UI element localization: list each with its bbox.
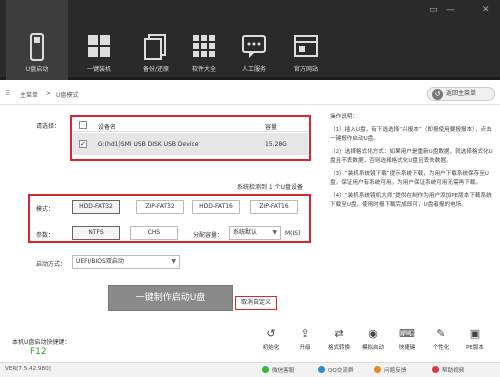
footer-link-label: QQ交流群 [328,368,354,374]
device-table-header: 设备名 容量 [73,118,308,132]
keyboard-icon: ⌨ [399,327,415,340]
minimize-icon[interactable]: — [446,5,455,15]
wechat-icon [262,366,269,373]
mode-hdd-fat32[interactable]: HDD-FAT32 [72,200,120,214]
software-grid-icon [193,35,215,57]
instructions-panel: 操作说明： （1）插入U盘，有下选选择“兴报本”（即报使用要报报本），点击一键报… [330,113,495,214]
nav-label: U盘启动 [25,66,49,73]
breadcrumb: ☰ 主菜单 > U盘模式 [0,83,500,105]
hotkey-value: F12 [30,347,47,357]
nav-official-site[interactable]: 官方网站 [275,0,337,80]
video-icon [432,366,439,373]
device-name: G:(hd1)SMI USB DISK USB Device [98,141,199,148]
upgrade-icon: ⇪ [300,327,310,340]
menu-icon: ☰ [5,90,11,97]
mode-hdd-fat16[interactable]: HDD-FAT16 [192,200,240,214]
make-boot-usb-button[interactable]: 一键制作启动U盘 [108,285,233,311]
table-row[interactable]: ✓ G:(hd1)SMI USB DISK USB Device 15.28G [73,133,308,155]
breadcrumb-current: U盘模式 [56,92,79,99]
chat-service-icon [242,35,266,58]
nav-one-click-install[interactable]: 一键装机 [68,0,130,80]
footer-feedback-link[interactable]: 问题反馈 [374,366,406,374]
tool-reset[interactable]: ↺ 初始化 [256,327,286,352]
footer-link-label: 帮助视频 [442,368,465,374]
tool-personalize[interactable]: ✎ 个性化 [426,327,456,352]
tool-format-convert[interactable]: ⇄ 格式转换 [324,327,354,352]
mode-zip-fat16[interactable]: ZIP-FAT16 [250,200,298,214]
feedback-icon [374,366,381,373]
mode-label: 模式： [36,206,55,213]
alloc-value: 系统默认 [233,229,258,236]
alloc-label: 分配容量： [193,232,224,239]
cancel-custom-button[interactable]: 取消自定义 [235,296,277,310]
instruction-item: （1）插入U盘，有下选选择“兴报本”（即报使用要报报本），点击一键报作启动U盘。 [330,127,492,142]
version-text: VER[7.5.42.980] [5,366,51,372]
restore-icon[interactable]: ▭ [429,5,438,15]
footer-bar: VER[7.5.42.980] 微信客服 QQ交流群 问题反馈 帮助视频 [0,362,500,377]
chevron-down-icon: ▼ [272,229,277,236]
footer-wechat-link[interactable]: 微信客服 [262,366,294,374]
alloc-capacity-select[interactable]: 系统默认 ▼ [229,226,281,240]
website-icon [294,35,318,57]
breadcrumb-separator: > [46,90,52,97]
tool-pe-version[interactable]: ▣ PE版本 [460,327,490,352]
select-all-checkbox[interactable] [79,121,87,129]
pe-version-icon: ▣ [469,327,481,340]
back-arrow-icon: ↺ [432,89,443,100]
tool-label: 快捷键 [398,345,416,351]
chevron-down-icon: ▼ [171,258,176,265]
tool-label: 个性化 [432,345,450,351]
tool-simulate-boot[interactable]: ◉ 模拟启动 [358,327,388,352]
device-capacity: 15.28G [265,141,287,148]
instruction-item: （2）选择格式化方式：如果用户是重新U盘数据，就选择格式化U盘且不丢数据，否则选… [330,149,493,164]
close-icon[interactable]: ✕ [482,5,490,15]
backup-restore-icon [144,34,166,60]
breadcrumb-home[interactable]: 主菜单 [20,90,38,99]
tool-label: 升级 [299,345,311,351]
boot-mode-select[interactable]: UEFI/BIOS双启动 ▼ [72,255,180,269]
mode-zip-fat32[interactable]: ZIP-FAT32 [136,200,184,214]
footer-help-video-link[interactable]: 帮助视频 [432,366,464,374]
boot-mode-label: 启动方式： [36,261,67,268]
nav-label: 官方网站 [293,66,318,73]
top-navigation-bar: ▭ — ✕ U盘启动 一键装机 备份/还原 软件大全 人工服务 官方网站 [0,0,500,80]
qq-icon [318,366,325,373]
footer-link-label: 问题反馈 [384,368,407,374]
alloc-unit: M(IS) [285,230,301,237]
detected-devices-text: 系统检测到 1 个U盘设备 [237,184,304,191]
instruction-item: （4）“装机系统镜机大师”提供在制作为用户添加PE版本下载系统下载至U盘，使用时… [330,193,492,208]
col-capacity: 容量 [265,124,278,131]
eye-icon: ◉ [368,327,378,340]
col-device-name: 设备名 [98,124,117,131]
device-select-label: 请选择： [36,123,61,130]
format-convert-icon: ⇄ [334,327,344,340]
tool-label: 模拟启动 [361,345,384,351]
footer-qq-link[interactable]: QQ交流群 [318,366,354,374]
fs-chs[interactable]: CHS [130,226,178,240]
tool-label: 初始化 [262,345,280,351]
device-table: 设备名 容量 ✓ G:(hd1)SMI USB DISK USB Device … [73,118,308,159]
back-button-label: 返回主菜单 [446,90,477,97]
tool-hotkey[interactable]: ⌨ 快捷键 [392,327,422,352]
footer-link-label: 微信客服 [272,368,295,374]
device-checkbox[interactable]: ✓ [79,140,87,148]
personalize-icon: ✎ [436,327,446,340]
params-label: 参数： [36,232,55,239]
windows-install-icon [88,35,110,57]
app-window: ▭ — ✕ U盘启动 一键装机 备份/还原 软件大全 人工服务 官方网站 ☰ 主… [0,0,500,377]
instructions-title: 操作说明： [330,114,358,120]
tool-upgrade[interactable]: ⇪ 升级 [290,327,320,352]
boot-mode-value: UEFI/BIOS双启动 [76,258,124,265]
fs-ntfs[interactable]: NTFS [72,226,120,240]
tool-label: 格式转换 [327,345,350,351]
instruction-item: （3）“装机系统镜下载”提示系统下载，为用户下载系统保存至U盘，保证用户有系统可… [330,171,489,186]
usb-drive-icon [30,33,44,61]
hotkey-label: 本机U盘启动快捷键： [12,339,71,346]
reset-icon: ↺ [266,327,276,340]
nav-usb-boot[interactable]: U盘启动 [6,0,68,80]
nav-label: 一键装机 [86,66,111,73]
tool-label: PE版本 [466,345,484,351]
back-to-main-button[interactable]: ↺ 返回主菜单 [427,87,495,101]
